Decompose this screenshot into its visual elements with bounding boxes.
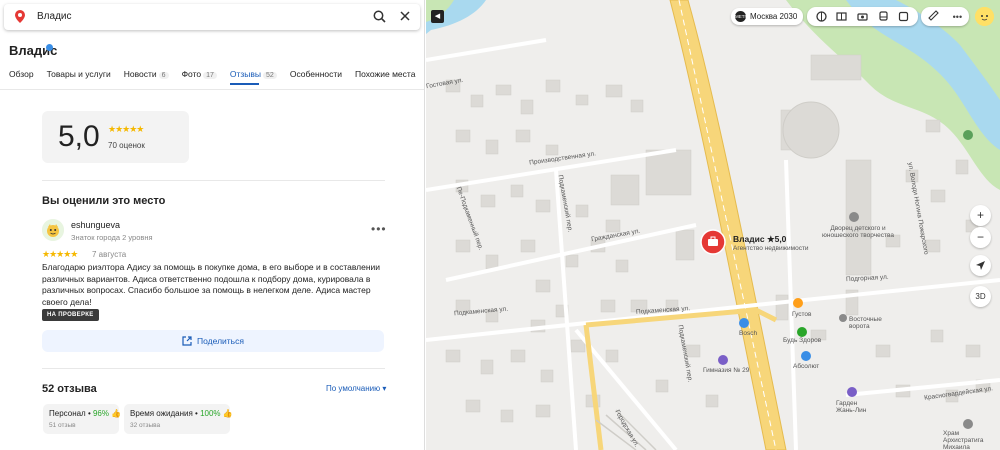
3d-mode-button[interactable]: 3D [970, 286, 991, 307]
tab-label: Фото [181, 69, 202, 79]
rating-summary: 5,0 ★★★★★ 70 оценок [42, 111, 189, 163]
search-bar[interactable]: Владис [4, 4, 420, 30]
tab-label: Похожие места [355, 69, 416, 79]
aspect-count: 51 отзыв [49, 422, 76, 429]
share-button[interactable]: Поделиться [42, 330, 384, 352]
tab-count: 17 [203, 72, 217, 79]
more-icon[interactable]: ••• [953, 12, 962, 22]
map-canvas[interactable] [426, 0, 1000, 450]
locate-me-button[interactable] [970, 255, 991, 276]
tab-overview[interactable]: Обзор [9, 69, 34, 85]
ruler-icon[interactable] [928, 10, 939, 23]
rating-stars: ★★★★★ [108, 124, 144, 134]
panorama-icon[interactable] [836, 11, 848, 23]
aspect-percent: 96% [92, 409, 109, 418]
metro-icon: МЕТРО [735, 11, 751, 22]
search-icon[interactable] [373, 10, 386, 26]
metro-map-button[interactable]: МЕТРО Москва 2030 [731, 8, 804, 25]
rating-value: 5,0 [58, 120, 100, 153]
place-marker-subtitle: Агентство недвижимости [733, 245, 809, 252]
place-marker-title[interactable]: Владис ★5,0 [733, 234, 786, 245]
tab-reviews[interactable]: Отзывы 52 [229, 69, 277, 85]
tab-label: Особенности [289, 69, 343, 79]
poi-label[interactable]: Гарден Жань-Лин [836, 400, 876, 414]
tab-features[interactable]: Особенности [290, 69, 342, 85]
transport-icon[interactable] [877, 11, 889, 23]
tab-goods-services[interactable]: Товары и услуги [47, 69, 111, 85]
share-label: Поделиться [197, 336, 244, 346]
poi-label[interactable]: Абсолют [793, 363, 819, 370]
verified-icon [46, 44, 53, 51]
map-view[interactable]: Производственная ул. Гражданская ул. Под… [426, 0, 1000, 450]
share-icon [182, 336, 192, 346]
author-status: Знаток города 2 уровня [71, 233, 153, 242]
close-icon[interactable] [399, 10, 411, 25]
aspect-chip-staff[interactable]: Персонал • 96% 👍 51 отзыв [43, 404, 122, 434]
thumbs-up-icon: 👍 [111, 409, 122, 418]
parking-icon[interactable] [898, 11, 910, 23]
sort-dropdown[interactable]: По умолчанию ▾ [326, 384, 386, 393]
poi-label[interactable]: Гимназия № 29 [703, 367, 749, 374]
review-author[interactable]: eshungueva [71, 220, 120, 230]
place-marker-pin[interactable] [700, 229, 726, 255]
tab-count: 52 [263, 72, 277, 79]
review-stars: ★★★★★ [42, 249, 78, 259]
tab-count: 6 [158, 72, 169, 79]
aspect-name: Время ожидания [130, 409, 193, 418]
more-options-icon[interactable]: ••• [371, 222, 387, 236]
location-pin-icon [15, 10, 25, 26]
divider [42, 180, 385, 181]
poi-label[interactable]: Густов [792, 311, 811, 318]
poi-label[interactable]: Bosch [739, 330, 757, 337]
poi-label[interactable]: Дворец детского и юношеского творчества [818, 225, 898, 239]
tab-label: Новости [123, 69, 157, 79]
thumbs-up-icon: 👍 [222, 409, 233, 418]
map-layers-bar [807, 7, 918, 26]
poi-label[interactable]: Храм Архистратига Михаила [943, 430, 1000, 450]
zoom-out-button[interactable]: − [970, 227, 991, 248]
poi-label[interactable]: Будь Здоров [783, 337, 821, 344]
reviews-count-heading: 52 отзыва [42, 383, 97, 395]
search-input[interactable]: Владис [37, 11, 72, 22]
tab-label: Обзор [9, 69, 34, 79]
collapse-panel-button[interactable]: ◀ [431, 10, 444, 23]
tabs-divider [0, 89, 424, 90]
user-avatar[interactable] [975, 7, 994, 26]
tab-similar-places[interactable]: Похожие места [355, 69, 415, 85]
tab-bar: Обзор Товары и услуги Новости 6 Фото 17 От… [9, 69, 424, 85]
divider [42, 368, 385, 369]
tab-label: Товары и услуги [46, 69, 111, 79]
aspect-chip-wait-time[interactable]: Время ожидания • 100% 👍 32 отзыва [124, 404, 233, 434]
aspect-name: Персонал [49, 409, 86, 418]
review-text: Благодарю риэлтора Адису за помощь в пок… [42, 262, 381, 307]
rating-count: 70 оценок [108, 141, 145, 150]
status-badge: НА ПРОВЕРКЕ [42, 309, 99, 321]
avatar[interactable] [42, 219, 64, 241]
my-review-heading: Вы оценили это место [42, 195, 166, 207]
aspect-count: 32 отзыва [130, 422, 161, 429]
organization-panel: Владис Владис Обзор Товары и услуги Ново… [0, 0, 425, 450]
poi-label[interactable]: Восточные ворота [849, 316, 889, 330]
tab-label: Отзывы [229, 69, 262, 79]
map-tools-bar: ••• [921, 7, 969, 26]
tab-photo[interactable]: Фото 17 [182, 69, 217, 85]
navigation-arrow-icon [976, 261, 985, 270]
layers-icon[interactable] [815, 11, 827, 23]
camera-icon[interactable] [856, 11, 868, 23]
metro-label: Москва 2030 [750, 12, 798, 21]
zoom-in-button[interactable]: + [970, 205, 991, 226]
tab-news[interactable]: Новости 6 [124, 69, 169, 85]
aspect-percent: 100% [200, 409, 221, 418]
review-date: 7 августа [92, 250, 127, 259]
